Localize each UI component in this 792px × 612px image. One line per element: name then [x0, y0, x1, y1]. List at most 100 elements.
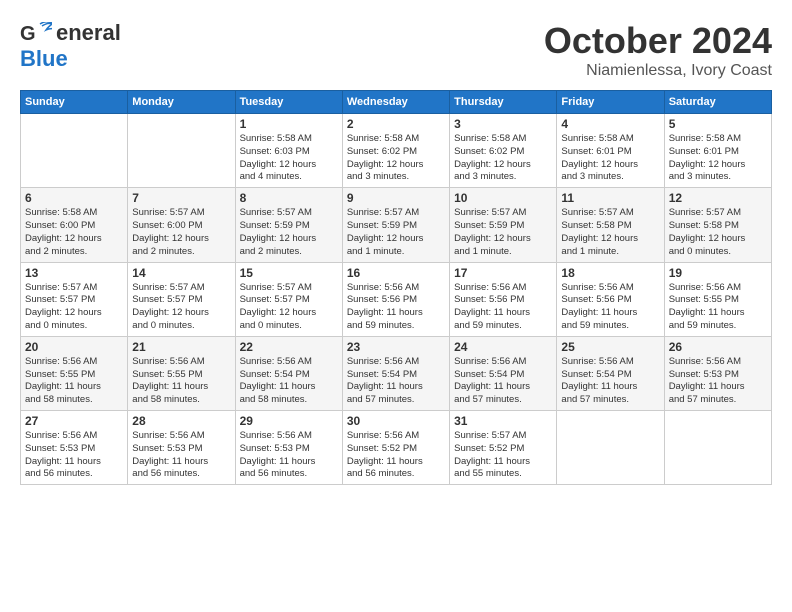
- calendar-day-header: Saturday: [664, 91, 771, 114]
- day-info: Sunrise: 5:58 AM Sunset: 6:02 PM Dayligh…: [347, 133, 445, 184]
- calendar-cell: 17Sunrise: 5:56 AM Sunset: 5:56 PM Dayli…: [450, 262, 557, 336]
- calendar-cell: 25 Sunrise: 5:56 AM Sunset: 5:54 PM Dayli…: [557, 336, 664, 410]
- calendar-cell: 14 Sunrise: 5:57 AM Sunset: 5:57 PM Dayli…: [128, 262, 235, 336]
- day-number: 4: [561, 117, 659, 131]
- day-info: Sunrise: 5:56 AM Sunset: 5:52 PM Dayligh…: [347, 430, 445, 481]
- day-info: Sunrise: 5:57 AM Sunset: 5:57 PM Dayligh…: [25, 282, 123, 333]
- calendar-cell: 11 Sunrise: 5:57 AM Sunset: 5:58 PM Dayli…: [557, 188, 664, 262]
- day-number: 10: [454, 191, 552, 205]
- day-number: 16: [347, 266, 445, 280]
- day-info: Sunrise: 5:56 AM Sunset: 5:54 PM Dayligh…: [561, 356, 659, 407]
- calendar-table: SundayMondayTuesdayWednesdayThursdayFrid…: [20, 90, 772, 485]
- calendar-cell: 10 Sunrise: 5:57 AM Sunset: 5:59 PM Dayli…: [450, 188, 557, 262]
- calendar-week-row: 6Sunrise: 5:58 AM Sunset: 6:00 PM Daylig…: [21, 188, 772, 262]
- calendar-header-row: SundayMondayTuesdayWednesdayThursdayFrid…: [21, 91, 772, 114]
- calendar-cell: 15Sunrise: 5:57 AM Sunset: 5:57 PM Dayli…: [235, 262, 342, 336]
- day-number: 22: [240, 340, 338, 354]
- day-info: Sunrise: 5:57 AM Sunset: 5:59 PM Dayligh…: [454, 207, 552, 258]
- day-info: Sunrise: 5:56 AM Sunset: 5:56 PM Dayligh…: [561, 282, 659, 333]
- calendar-cell: 2 Sunrise: 5:58 AM Sunset: 6:02 PM Daylig…: [342, 114, 449, 188]
- day-number: 14: [132, 266, 230, 280]
- calendar-cell: 6Sunrise: 5:58 AM Sunset: 6:00 PM Daylig…: [21, 188, 128, 262]
- day-number: 19: [669, 266, 767, 280]
- day-info: Sunrise: 5:56 AM Sunset: 5:53 PM Dayligh…: [132, 430, 230, 481]
- calendar-cell: 19Sunrise: 5:56 AM Sunset: 5:55 PM Dayli…: [664, 262, 771, 336]
- calendar-cell: 30Sunrise: 5:56 AM Sunset: 5:52 PM Dayli…: [342, 411, 449, 485]
- day-info: Sunrise: 5:56 AM Sunset: 5:55 PM Dayligh…: [25, 356, 123, 407]
- calendar-cell: 5 Sunrise: 5:58 AM Sunset: 6:01 PM Daylig…: [664, 114, 771, 188]
- day-number: 11: [561, 191, 659, 205]
- calendar-cell: 29 Sunrise: 5:56 AM Sunset: 5:53 PM Dayli…: [235, 411, 342, 485]
- day-number: 5: [669, 117, 767, 131]
- day-info: Sunrise: 5:58 AM Sunset: 6:01 PM Dayligh…: [669, 133, 767, 184]
- day-number: 18: [561, 266, 659, 280]
- calendar-day-header: Monday: [128, 91, 235, 114]
- calendar-week-row: 1Sunrise: 5:58 AM Sunset: 6:03 PM Daylig…: [21, 114, 772, 188]
- calendar-cell: 4 Sunrise: 5:58 AM Sunset: 6:01 PM Daylig…: [557, 114, 664, 188]
- day-number: 21: [132, 340, 230, 354]
- day-info: Sunrise: 5:57 AM Sunset: 5:58 PM Dayligh…: [561, 207, 659, 258]
- day-number: 17: [454, 266, 552, 280]
- calendar-day-header: Sunday: [21, 91, 128, 114]
- calendar-cell: 16 Sunrise: 5:56 AM Sunset: 5:56 PM Dayli…: [342, 262, 449, 336]
- day-number: 1: [240, 117, 338, 131]
- day-number: 24: [454, 340, 552, 354]
- day-number: 28: [132, 414, 230, 428]
- calendar-cell: 22 Sunrise: 5:56 AM Sunset: 5:54 PM Dayli…: [235, 336, 342, 410]
- day-info: Sunrise: 5:58 AM Sunset: 6:02 PM Dayligh…: [454, 133, 552, 184]
- day-number: 15: [240, 266, 338, 280]
- calendar-cell: 13 Sunrise: 5:57 AM Sunset: 5:57 PM Dayli…: [21, 262, 128, 336]
- logo-bird-icon: G: [20, 22, 52, 44]
- day-number: 9: [347, 191, 445, 205]
- day-info: Sunrise: 5:58 AM Sunset: 6:01 PM Dayligh…: [561, 133, 659, 184]
- day-info: Sunrise: 5:56 AM Sunset: 5:54 PM Dayligh…: [240, 356, 338, 407]
- day-number: 13: [25, 266, 123, 280]
- day-info: Sunrise: 5:57 AM Sunset: 5:59 PM Dayligh…: [347, 207, 445, 258]
- calendar-cell: 8Sunrise: 5:57 AM Sunset: 5:59 PM Daylig…: [235, 188, 342, 262]
- title-area: October 2024 Niamienlessa, Ivory Coast: [544, 20, 772, 80]
- day-info: Sunrise: 5:56 AM Sunset: 5:56 PM Dayligh…: [347, 282, 445, 333]
- day-info: Sunrise: 5:56 AM Sunset: 5:53 PM Dayligh…: [240, 430, 338, 481]
- location-text: Niamienlessa, Ivory Coast: [544, 62, 772, 80]
- calendar-cell: [128, 114, 235, 188]
- logo: G eneral Blue: [20, 20, 121, 72]
- day-number: 20: [25, 340, 123, 354]
- calendar-day-header: Thursday: [450, 91, 557, 114]
- day-number: 2: [347, 117, 445, 131]
- day-info: Sunrise: 5:57 AM Sunset: 6:00 PM Dayligh…: [132, 207, 230, 258]
- logo-blue-text: Blue: [20, 46, 68, 71]
- day-info: Sunrise: 5:57 AM Sunset: 5:57 PM Dayligh…: [132, 282, 230, 333]
- day-number: 3: [454, 117, 552, 131]
- calendar-week-row: 13 Sunrise: 5:57 AM Sunset: 5:57 PM Dayli…: [21, 262, 772, 336]
- calendar-cell: 28 Sunrise: 5:56 AM Sunset: 5:53 PM Dayli…: [128, 411, 235, 485]
- day-number: 25: [561, 340, 659, 354]
- day-info: Sunrise: 5:57 AM Sunset: 5:58 PM Dayligh…: [669, 207, 767, 258]
- svg-text:G: G: [20, 23, 36, 44]
- day-number: 27: [25, 414, 123, 428]
- calendar-week-row: 20 Sunrise: 5:56 AM Sunset: 5:55 PM Dayli…: [21, 336, 772, 410]
- day-info: Sunrise: 5:56 AM Sunset: 5:53 PM Dayligh…: [25, 430, 123, 481]
- calendar-cell: 21 Sunrise: 5:56 AM Sunset: 5:55 PM Dayli…: [128, 336, 235, 410]
- calendar-cell: 27 Sunrise: 5:56 AM Sunset: 5:53 PM Dayli…: [21, 411, 128, 485]
- logo-general-text: eneral: [56, 20, 121, 46]
- day-info: Sunrise: 5:56 AM Sunset: 5:53 PM Dayligh…: [669, 356, 767, 407]
- day-info: Sunrise: 5:57 AM Sunset: 5:52 PM Dayligh…: [454, 430, 552, 481]
- calendar-day-header: Friday: [557, 91, 664, 114]
- day-number: 29: [240, 414, 338, 428]
- calendar-cell: 31Sunrise: 5:57 AM Sunset: 5:52 PM Dayli…: [450, 411, 557, 485]
- day-info: Sunrise: 5:56 AM Sunset: 5:54 PM Dayligh…: [454, 356, 552, 407]
- day-info: Sunrise: 5:56 AM Sunset: 5:54 PM Dayligh…: [347, 356, 445, 407]
- day-number: 23: [347, 340, 445, 354]
- calendar-cell: 3 Sunrise: 5:58 AM Sunset: 6:02 PM Daylig…: [450, 114, 557, 188]
- calendar-cell: 12 Sunrise: 5:57 AM Sunset: 5:58 PM Dayli…: [664, 188, 771, 262]
- day-info: Sunrise: 5:56 AM Sunset: 5:55 PM Dayligh…: [132, 356, 230, 407]
- day-number: 12: [669, 191, 767, 205]
- calendar-cell: 24 Sunrise: 5:56 AM Sunset: 5:54 PM Dayli…: [450, 336, 557, 410]
- calendar-cell: 7Sunrise: 5:57 AM Sunset: 6:00 PM Daylig…: [128, 188, 235, 262]
- calendar-cell: 9 Sunrise: 5:57 AM Sunset: 5:59 PM Daylig…: [342, 188, 449, 262]
- calendar-day-header: Tuesday: [235, 91, 342, 114]
- month-title: October 2024: [544, 20, 772, 62]
- day-number: 8: [240, 191, 338, 205]
- calendar-cell: [557, 411, 664, 485]
- day-info: Sunrise: 5:58 AM Sunset: 6:00 PM Dayligh…: [25, 207, 123, 258]
